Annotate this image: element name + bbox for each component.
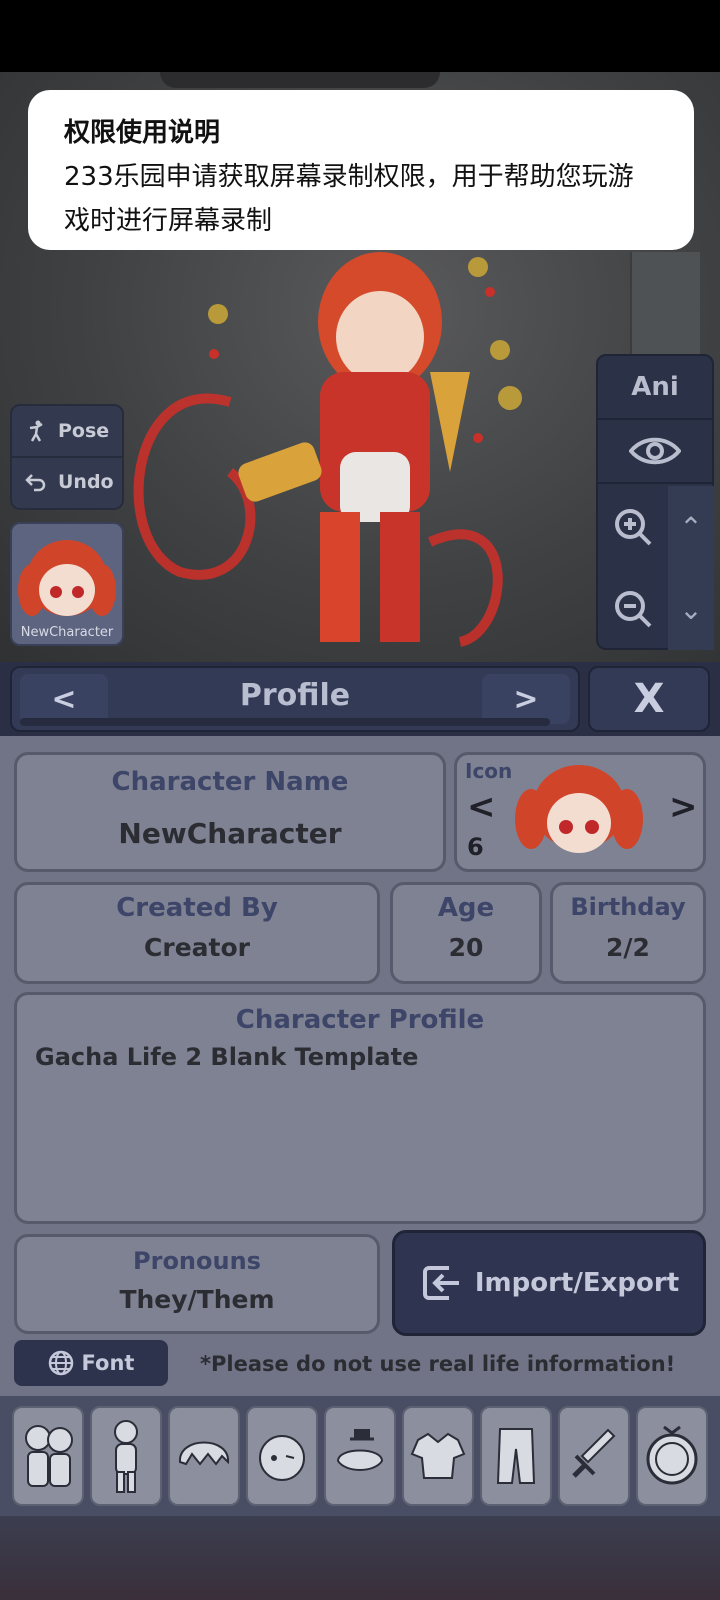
created-by-value: Creator: [144, 933, 250, 962]
header-bar: < Profile >: [10, 666, 580, 732]
font-label: Font: [81, 1351, 135, 1375]
pants-icon: [496, 1428, 536, 1484]
category-top[interactable]: [402, 1406, 474, 1506]
zoom-in-icon: [615, 509, 652, 546]
icon-selector: Icon < 6 >: [454, 752, 706, 872]
category-profile[interactable]: [636, 1406, 708, 1506]
next-page-button[interactable]: >: [482, 674, 570, 724]
eye-icon: [629, 437, 681, 465]
icon-next-button[interactable]: >: [669, 787, 698, 827]
birthday-title: Birthday: [570, 893, 686, 921]
eye-button[interactable]: [598, 420, 712, 484]
close-button[interactable]: X: [588, 666, 710, 732]
pose-undo-panel: Pose Undo: [10, 404, 124, 510]
avatar-name-label: NewCharacter: [20, 625, 114, 640]
page-title: Profile: [239, 678, 351, 713]
scroll-down-button[interactable]: ⌄: [668, 568, 714, 650]
chevron-up-icon: ⌃: [679, 510, 703, 544]
import-export-button[interactable]: Import/Export: [392, 1230, 706, 1336]
created-by-field[interactable]: Created By Creator: [14, 882, 380, 984]
pronouns-value: They/Them: [119, 1285, 275, 1314]
character-avatar-card[interactable]: NewCharacter: [10, 522, 124, 646]
icon-prev-button[interactable]: <: [467, 787, 496, 827]
profile-header: < Profile > X: [0, 662, 720, 736]
profile-icon: [646, 1425, 698, 1485]
zoom-out-button[interactable]: [598, 568, 668, 650]
pose-icon: [29, 420, 43, 442]
created-by-title: Created By: [116, 893, 278, 923]
character-profile-field[interactable]: Character Profile Gacha Life 2 Blank Tem…: [14, 992, 706, 1224]
category-face[interactable]: [246, 1406, 318, 1506]
category-bottom[interactable]: [480, 1406, 552, 1506]
category-characters[interactable]: [12, 1406, 84, 1506]
status-bar: [0, 0, 720, 72]
pose-label: Pose: [58, 420, 110, 442]
import-export-icon: [422, 1266, 459, 1300]
body-icon: [114, 1420, 138, 1493]
character-icon: [515, 765, 643, 853]
zoom-out-icon: [615, 591, 652, 628]
prev-page-button[interactable]: <: [20, 674, 108, 724]
character-name-title: Character Name: [111, 767, 349, 797]
undo-button[interactable]: Undo: [12, 456, 122, 506]
shirt-icon: [410, 1432, 466, 1479]
character-name-field[interactable]: Character Name NewCharacter: [14, 752, 446, 872]
birthday-value: 2/2: [606, 933, 650, 962]
category-accessories[interactable]: [324, 1406, 396, 1506]
category-body[interactable]: [90, 1406, 162, 1506]
globe-icon: [48, 1350, 73, 1376]
age-value: 20: [448, 933, 484, 962]
view-controls-panel: Ani ⌃ ⌄: [596, 354, 714, 650]
birthday-field[interactable]: Birthday 2/2: [550, 882, 706, 984]
avatar: [18, 540, 116, 616]
zoom-in-button[interactable]: [598, 486, 668, 568]
pronouns-field[interactable]: Pronouns They/Them: [14, 1234, 380, 1334]
permission-body: 233乐园申请获取屏幕录制权限，用于帮助您玩游戏时进行屏幕录制: [64, 162, 634, 236]
character-profile-value: Gacha Life 2 Blank Template: [35, 1043, 419, 1071]
scroll-up-button[interactable]: ⌃: [668, 486, 714, 568]
icon-index: 6: [467, 833, 484, 861]
age-title: Age: [437, 893, 495, 923]
face-icon: [259, 1435, 305, 1481]
category-weapons[interactable]: [558, 1406, 630, 1506]
permission-title: 权限使用说明: [64, 118, 221, 148]
icon-label: Icon: [465, 759, 513, 783]
category-hair[interactable]: [168, 1406, 240, 1506]
category-bar: [0, 1396, 720, 1516]
privacy-warning: *Please do not use real life information…: [200, 1352, 676, 1376]
pronouns-title: Pronouns: [133, 1247, 261, 1275]
ani-button[interactable]: Ani: [598, 356, 712, 420]
characters-icon: [25, 1425, 73, 1487]
permission-dialog[interactable]: 权限使用说明 233乐园申请获取屏幕录制权限，用于帮助您玩游戏时进行屏幕录制: [28, 90, 694, 250]
header-progress: [20, 718, 550, 726]
accessories-icon: [336, 1429, 384, 1471]
undo-label: Undo: [58, 471, 114, 493]
character-name-value: NewCharacter: [118, 817, 342, 850]
chevron-down-icon: ⌄: [679, 592, 703, 626]
font-button[interactable]: Font: [14, 1340, 168, 1386]
age-field[interactable]: Age 20: [390, 882, 542, 984]
system-nav-bar: [0, 1516, 720, 1600]
sword-icon: [572, 1428, 616, 1478]
undo-icon: [25, 474, 46, 492]
import-export-label: Import/Export: [474, 1268, 680, 1298]
character-profile-title: Character Profile: [235, 1005, 485, 1035]
pose-button[interactable]: Pose: [12, 406, 122, 456]
hair-icon: [178, 1441, 230, 1466]
